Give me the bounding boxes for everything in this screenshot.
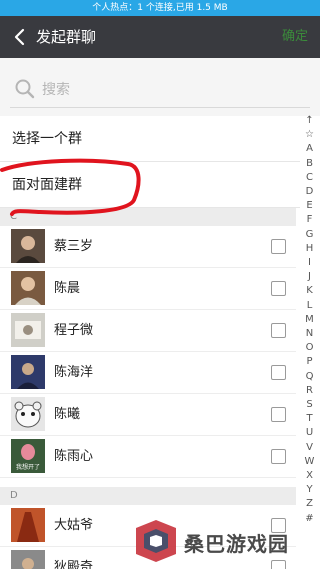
select-group-label: 选择一个群 — [12, 131, 82, 147]
select-group-option[interactable]: 选择一个群 — [0, 116, 300, 162]
alphabet-index-letter[interactable]: N — [306, 329, 313, 339]
watermark-text: 桑巴游戏园 — [184, 532, 289, 556]
search-area: 搜索 — [0, 58, 320, 116]
contact-row[interactable]: 陈海洋 — [0, 352, 296, 394]
contact-name: 程子微 — [54, 323, 94, 338]
back-button[interactable] — [8, 24, 30, 50]
alphabet-index-letter[interactable]: ↑ — [305, 116, 313, 126]
avatar-caption: 我想开了 — [16, 463, 40, 471]
alphabet-index-letter[interactable]: O — [306, 343, 314, 353]
contact-name: 陈晨 — [54, 281, 81, 296]
contact-row[interactable]: 我想开了 陈雨心 — [0, 436, 296, 478]
alphabet-index-letter[interactable]: Z — [306, 499, 313, 509]
face-to-face-group-option[interactable]: 面对面建群 — [0, 162, 300, 208]
alphabet-index-letter[interactable]: H — [306, 243, 314, 254]
contact-row[interactable]: 陈晨 — [0, 268, 296, 310]
avatar — [11, 271, 45, 305]
alphabet-index-letter[interactable]: U — [306, 428, 313, 438]
section-header-c: C — [0, 208, 296, 226]
alphabet-index-letter[interactable]: D — [306, 187, 314, 197]
contact-name: 陈雨心 — [54, 449, 94, 464]
alphabet-index-letter[interactable]: S — [306, 400, 312, 410]
avatar — [11, 508, 45, 542]
watermark-logo-icon — [136, 520, 176, 562]
alphabet-index-letter[interactable]: Y — [306, 485, 312, 495]
contact-name: 陈曦 — [54, 407, 81, 422]
alphabet-index-letter[interactable]: I — [308, 258, 311, 268]
avatar — [11, 229, 45, 263]
avatar — [11, 313, 45, 347]
alphabet-index-letter[interactable]: V — [306, 442, 313, 453]
avatar — [11, 550, 45, 569]
select-checkbox[interactable] — [271, 365, 286, 380]
face-to-face-group-label: 面对面建群 — [12, 177, 82, 193]
contact-name: 陈海洋 — [54, 365, 94, 380]
alphabet-index-letter[interactable]: T — [306, 414, 312, 424]
section-header-d: D — [0, 487, 296, 505]
alphabet-index-letter[interactable]: K — [306, 286, 313, 296]
alphabet-index-letter[interactable]: R — [306, 385, 313, 396]
search-placeholder: 搜索 — [42, 82, 70, 98]
select-checkbox[interactable] — [271, 281, 286, 296]
title-bar: 发起群聊 确定 — [0, 16, 320, 58]
alphabet-index-letter[interactable]: X — [306, 471, 313, 481]
alphabet-index-letter[interactable]: B — [306, 158, 313, 169]
select-checkbox[interactable] — [271, 239, 286, 254]
back-arrow-icon — [14, 28, 25, 46]
alphabet-index[interactable]: ↑ ☆ A B C D E F G H I J K L M N O P Q R S T U V W X Y Z # — [299, 116, 320, 524]
alphabet-index-letter[interactable]: P — [306, 357, 312, 367]
alphabet-index-letter[interactable]: L — [307, 300, 313, 311]
alphabet-index-letter[interactable]: W — [305, 456, 315, 467]
contact-row[interactable]: 蔡三岁 — [0, 226, 296, 268]
confirm-button[interactable]: 确定 — [282, 16, 308, 58]
alphabet-index-letter[interactable]: C — [306, 172, 313, 183]
avatar — [11, 397, 45, 431]
avatar — [11, 355, 45, 389]
contact-name: 大姑爷 — [54, 518, 94, 533]
search-icon — [15, 79, 35, 99]
status-bar-text: 个人热点：1 个连接,已用 1.5 MB — [92, 3, 228, 13]
select-checkbox[interactable] — [271, 323, 286, 338]
select-checkbox[interactable] — [271, 449, 286, 464]
site-watermark: 桑巴游戏园 — [128, 518, 313, 566]
alphabet-index-letter[interactable]: M — [305, 314, 314, 325]
contact-name: 蔡三岁 — [54, 239, 94, 254]
alphabet-index-letter[interactable]: Q — [306, 371, 314, 382]
contact-name: 狄殿奇 — [54, 560, 94, 569]
select-checkbox[interactable] — [271, 407, 286, 422]
alphabet-index-letter[interactable]: A — [306, 144, 313, 154]
status-bar: 个人热点：1 个连接,已用 1.5 MB — [0, 0, 320, 16]
alphabet-index-letter[interactable]: F — [307, 215, 313, 225]
contact-row[interactable]: 程子微 — [0, 310, 296, 352]
search-input[interactable]: 搜索 — [10, 72, 310, 108]
avatar: 我想开了 — [11, 439, 45, 473]
contact-row[interactable]: 陈曦 — [0, 394, 296, 436]
alphabet-index-letter[interactable]: ☆ — [305, 130, 314, 140]
page-title: 发起群聊 — [36, 28, 97, 46]
alphabet-index-letter[interactable]: G — [306, 229, 314, 240]
alphabet-index-letter[interactable]: J — [308, 272, 311, 282]
alphabet-index-letter[interactable]: E — [306, 201, 312, 211]
